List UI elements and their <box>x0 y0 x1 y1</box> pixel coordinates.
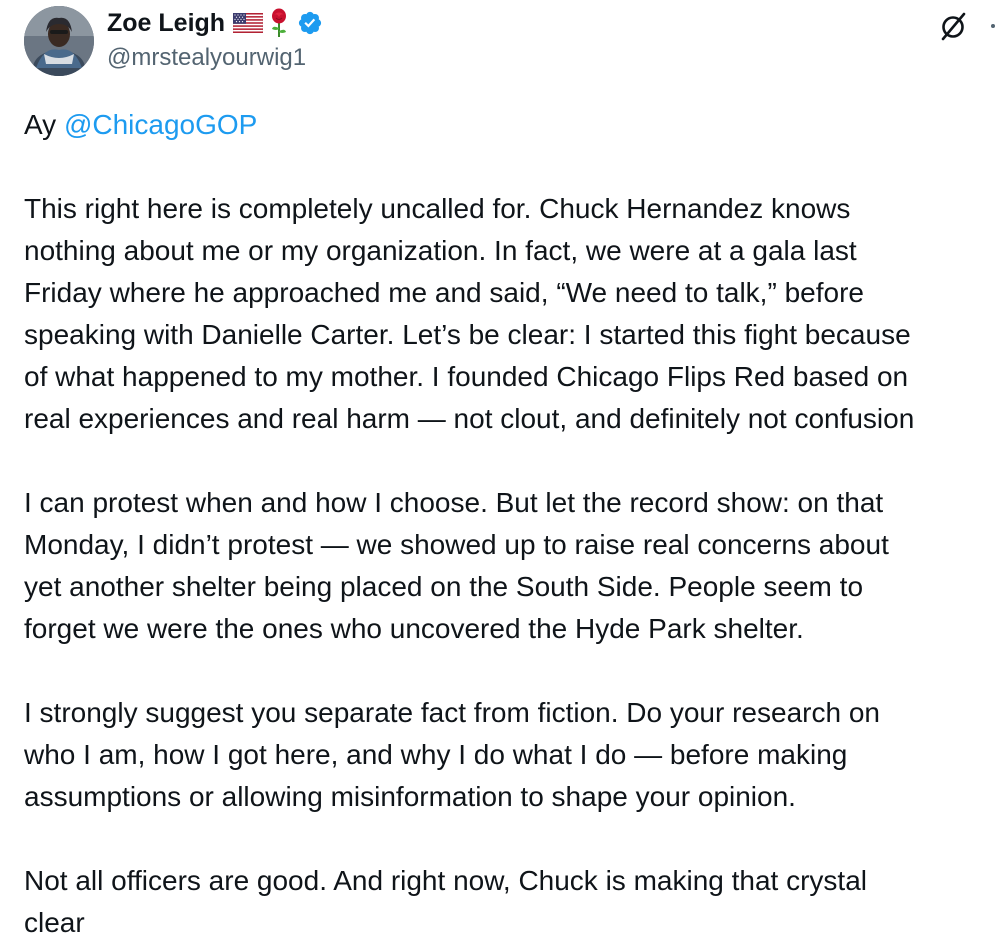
tweet-card: Zoe Leigh @mrstealyourwig1 Ay @ChicagoGO… <box>0 0 999 944</box>
author-handle[interactable]: @mrstealyourwig1 <box>107 44 323 72</box>
paragraph3-line: I strongly suggest you separate fact fro… <box>24 697 880 728</box>
paragraph2-line: yet another shelter being placed on the … <box>24 571 864 602</box>
author-display-name[interactable]: Zoe Leigh <box>107 9 225 38</box>
paragraph3-line: who I am, how I got here, and why I do w… <box>24 739 848 770</box>
paragraph2-line: Monday, I didn’t protest — we showed up … <box>24 529 889 560</box>
paragraph3-line: assumptions or allowing misinformation t… <box>24 781 796 812</box>
mention-link[interactable]: @ChicagoGOP <box>64 109 257 140</box>
paragraph1-line: real experiences and real harm — not clo… <box>24 403 915 434</box>
paragraph2-line: forget we were the ones who uncovered th… <box>24 613 804 644</box>
us-flag-icon <box>233 13 264 33</box>
tweet-greeting-line: Ay @ChicagoGOP <box>24 104 999 146</box>
paragraph4-line: Not all officers are good. And right now… <box>24 865 868 896</box>
name-row: Zoe Leigh <box>107 4 323 42</box>
paragraph4-line: clear <box>24 907 85 938</box>
verified-badge-icon[interactable] <box>297 10 323 36</box>
grok-icon[interactable] <box>938 10 970 42</box>
paragraph2-line: I can protest when and how I choose. But… <box>24 487 884 518</box>
greeting-text: Ay <box>24 109 64 140</box>
paragraph1-line: Friday where he approached me and said, … <box>24 277 864 308</box>
tweet-text: Ay @ChicagoGOP This right here is comple… <box>24 104 999 944</box>
avatar-image <box>24 6 94 76</box>
paragraph1-line: speaking with Danielle Carter. Let’s be … <box>24 319 911 350</box>
tweet-header: Zoe Leigh @mrstealyourwig1 <box>107 4 323 72</box>
paragraph1-line: nothing about me or my organization. In … <box>24 235 857 266</box>
paragraph1-line: This right here is completely uncalled f… <box>24 193 851 224</box>
more-options-icon[interactable] <box>984 10 999 40</box>
rose-icon <box>269 8 289 38</box>
paragraph1-line: of what happened to my mother. I founded… <box>24 361 909 392</box>
avatar[interactable] <box>24 6 94 76</box>
